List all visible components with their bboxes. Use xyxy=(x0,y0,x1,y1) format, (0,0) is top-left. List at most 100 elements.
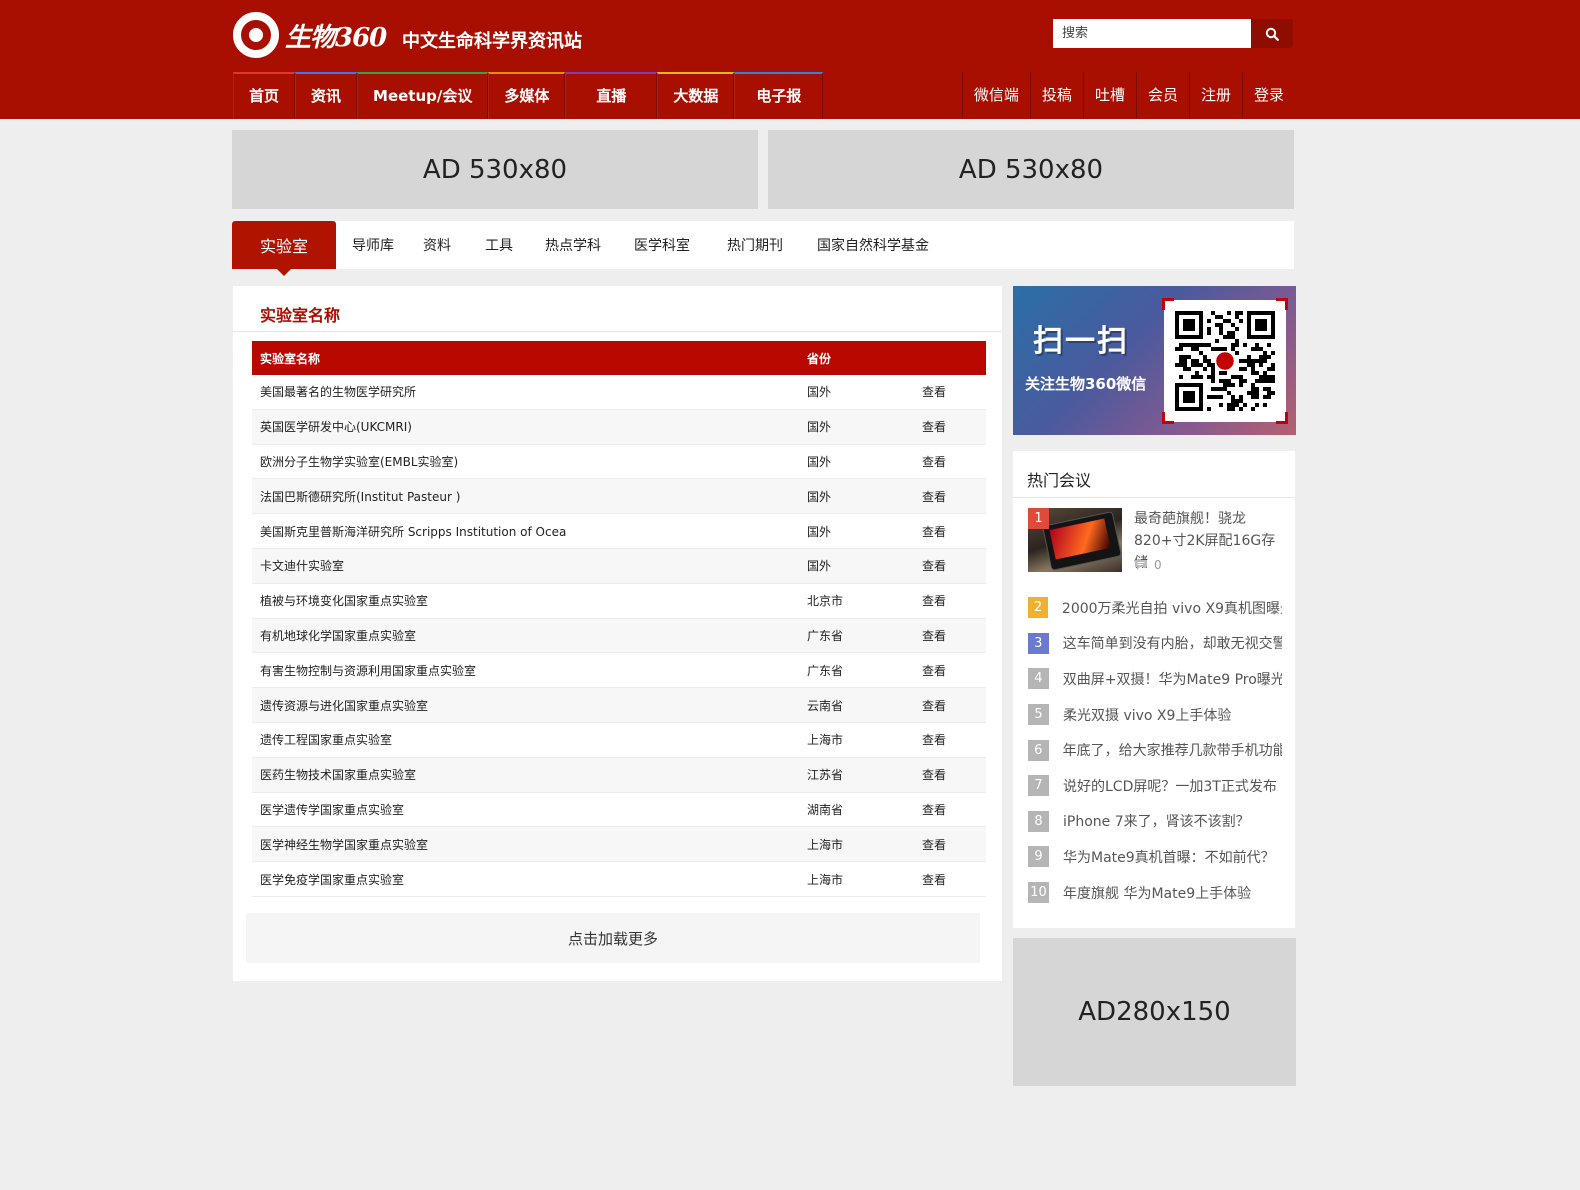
lab-name[interactable]: 医药生物技术国家重点实验室 xyxy=(252,766,799,783)
view-link[interactable]: 查看 xyxy=(922,836,986,853)
table-row: 美国斯克里普斯海洋研究所 Scripps Institution of Ocea… xyxy=(252,514,986,549)
table-row: 美国最著名的生物医学研究所 国外 查看 xyxy=(252,375,986,410)
view-link[interactable]: 查看 xyxy=(922,766,986,783)
hot-item-title[interactable]: 年底了，给大家推荐几款带手机功能 xyxy=(1063,740,1282,760)
rank-badge: 8 xyxy=(1028,810,1049,832)
table-row: 英国医学研发中心(UKCMRI) 国外 查看 xyxy=(252,409,986,445)
lab-name[interactable]: 植被与环境变化国家重点实验室 xyxy=(252,592,799,609)
lab-name[interactable]: 遗传资源与进化国家重点实验室 xyxy=(252,697,799,714)
hot-item[interactable]: 5 柔光双摄 vivo X9上手体验 xyxy=(1028,697,1282,733)
load-more-button[interactable]: 点击加载更多 xyxy=(246,913,980,963)
qr-corner xyxy=(1162,412,1174,424)
qr-subline: 关注生物360微信 xyxy=(1025,375,1147,393)
view-link[interactable]: 查看 xyxy=(922,662,986,679)
view-link[interactable]: 查看 xyxy=(922,592,986,609)
nav-item-feedback[interactable]: 吐槽 xyxy=(1082,72,1136,119)
category-tabs: 实验室 导师库 资料 工具 热点学科 医学科室 热门期刊 国家自然科学基金 xyxy=(232,221,1294,276)
hot-item[interactable]: 6 年底了，给大家推荐几款带手机功能 xyxy=(1028,732,1282,768)
search-input[interactable] xyxy=(1053,19,1251,48)
view-link[interactable]: 查看 xyxy=(922,523,986,540)
lab-list-panel: 实验室名称 实验室名称 省份 美国最著名的生物医学研究所 国外 查看 英国医学研发中心… xyxy=(233,286,1002,981)
lab-name[interactable]: 有机地球化学国家重点实验室 xyxy=(252,627,799,644)
view-link[interactable]: 查看 xyxy=(922,383,986,400)
hot-item-title[interactable]: iPhone 7来了，肾该不该割？ xyxy=(1063,811,1250,831)
qr-code-icon xyxy=(1175,311,1275,411)
site-tagline: 中文生命科学界资讯站 xyxy=(402,31,582,52)
lab-name[interactable]: 英国医学研发中心(UKCMRI) xyxy=(252,418,799,435)
nav-item-register[interactable]: 注册 xyxy=(1188,72,1242,119)
hot-item-title[interactable]: 年度旗舰 华为Mate9上手体验 xyxy=(1063,883,1251,903)
hot-item[interactable]: 10 年度旗舰 华为Mate9上手体验 xyxy=(1028,875,1282,911)
hot-item-title[interactable]: 华为Mate9真机首曝：不如前代？ xyxy=(1063,847,1275,867)
hot-item-title[interactable]: 柔光双摄 vivo X9上手体验 xyxy=(1063,705,1231,725)
hot-item-title[interactable]: 说好的LCD屏呢？一加3T正式发布 xyxy=(1063,776,1277,796)
view-link[interactable]: 查看 xyxy=(922,453,986,470)
hot-item[interactable]: 8 iPhone 7来了，肾该不该割？ xyxy=(1028,804,1282,840)
hot-item-title[interactable]: 这车简单到没有内胎，却敢无视交警 xyxy=(1063,633,1282,653)
view-link[interactable]: 查看 xyxy=(922,418,986,435)
qr-corner xyxy=(1162,298,1174,310)
nav-item-multimedia[interactable]: 多媒体 xyxy=(488,72,566,119)
comment-count: 0 xyxy=(1134,558,1162,572)
lab-name[interactable]: 遗传工程国家重点实验室 xyxy=(252,731,799,748)
nav-item-meetup[interactable]: Meetup/会议 xyxy=(357,72,489,119)
view-link[interactable]: 查看 xyxy=(922,488,986,505)
tab-hot-journals[interactable]: 热门期刊 xyxy=(727,235,783,255)
tab-medical-depts[interactable]: 医学科室 xyxy=(634,235,690,255)
tab-advisors[interactable]: 导师库 xyxy=(352,235,394,255)
view-link[interactable]: 查看 xyxy=(922,557,986,574)
lab-name[interactable]: 卡文迪什实验室 xyxy=(252,557,799,574)
lab-name[interactable]: 美国斯克里普斯海洋研究所 Scripps Institution of Ocea xyxy=(252,523,799,540)
view-link[interactable]: 查看 xyxy=(922,731,986,748)
lab-name[interactable]: 医学免疫学国家重点实验室 xyxy=(252,871,799,888)
ad-banner-top-left[interactable]: AD 530x80 xyxy=(232,130,758,209)
nav-item-login[interactable]: 登录 xyxy=(1241,72,1295,119)
lab-name[interactable]: 医学遗传学国家重点实验室 xyxy=(252,801,799,818)
column-header-province: 省份 xyxy=(807,351,832,366)
nav-item-member[interactable]: 会员 xyxy=(1135,72,1189,119)
rank-badge: 5 xyxy=(1028,704,1049,726)
wechat-qr-banner[interactable]: 扫一扫 关注生物360微信 xyxy=(1013,286,1296,435)
divider xyxy=(233,331,1002,332)
hot-item-featured[interactable]: 1 最奇葩旗舰！骁龙820+寸2K屏配16G存储 0 xyxy=(1028,508,1288,574)
nav-item-news[interactable]: 资讯 xyxy=(295,72,358,119)
hot-item[interactable]: 2 2000万柔光自拍 vivo X9真机图曝光 xyxy=(1028,590,1282,626)
hot-item-title[interactable]: 双曲屏+双摄！华为Mate9 Pro曝光 xyxy=(1063,669,1282,689)
lab-name[interactable]: 欧洲分子生物学实验室(EMBL实验室) xyxy=(252,453,799,470)
ad-banner-top-right[interactable]: AD 530x80 xyxy=(768,130,1294,209)
tab-resources[interactable]: 资料 xyxy=(423,235,451,255)
rank-badge: 3 xyxy=(1028,632,1049,654)
site-logo[interactable]: 生物360 xyxy=(233,12,387,58)
lab-name[interactable]: 法国巴斯德研究所(Institut Pasteur ) xyxy=(252,488,799,505)
nav-item-submit[interactable]: 投稿 xyxy=(1029,72,1083,119)
tab-tools[interactable]: 工具 xyxy=(485,235,513,255)
search-bar xyxy=(1053,19,1293,48)
hot-item[interactable]: 3 这车简单到没有内胎，却敢无视交警 xyxy=(1028,626,1282,662)
tab-hot-subjects[interactable]: 热点学科 xyxy=(545,235,601,255)
tab-nsfc[interactable]: 国家自然科学基金 xyxy=(817,235,929,255)
tab-lab[interactable]: 实验室 xyxy=(232,221,336,276)
lab-name[interactable]: 有害生物控制与资源利用国家重点实验室 xyxy=(252,662,799,679)
nav-item-wechat[interactable]: 微信端 xyxy=(961,72,1030,119)
hot-item[interactable]: 9 华为Mate9真机首曝：不如前代？ xyxy=(1028,839,1282,875)
nav-item-bigdata[interactable]: 大数据 xyxy=(657,72,735,119)
nav-item-epaper[interactable]: 电子报 xyxy=(734,72,824,119)
ad-banner-side[interactable]: AD280x150 xyxy=(1013,938,1296,1086)
search-button[interactable] xyxy=(1251,19,1293,48)
column-header-name: 实验室名称 xyxy=(260,351,321,366)
view-link[interactable]: 查看 xyxy=(922,871,986,888)
hot-item-title[interactable]: 2000万柔光自拍 vivo X9真机图曝光 xyxy=(1062,598,1282,618)
view-link[interactable]: 查看 xyxy=(922,801,986,818)
lab-province: 上海市 xyxy=(807,872,844,887)
lab-province: 国外 xyxy=(807,559,832,574)
table-header: 实验室名称 省份 xyxy=(252,341,986,375)
nav-item-home[interactable]: 首页 xyxy=(233,72,296,119)
view-link[interactable]: 查看 xyxy=(922,697,986,714)
nav-item-live[interactable]: 直播 xyxy=(565,72,658,119)
hot-item[interactable]: 7 说好的LCD屏呢？一加3T正式发布 xyxy=(1028,768,1282,804)
hot-item[interactable]: 4 双曲屏+双摄！华为Mate9 Pro曝光 xyxy=(1028,661,1282,697)
qr-corner xyxy=(1276,298,1288,310)
lab-name[interactable]: 美国最著名的生物医学研究所 xyxy=(252,383,799,400)
view-link[interactable]: 查看 xyxy=(922,627,986,644)
lab-name[interactable]: 医学神经生物学国家重点实验室 xyxy=(252,836,799,853)
